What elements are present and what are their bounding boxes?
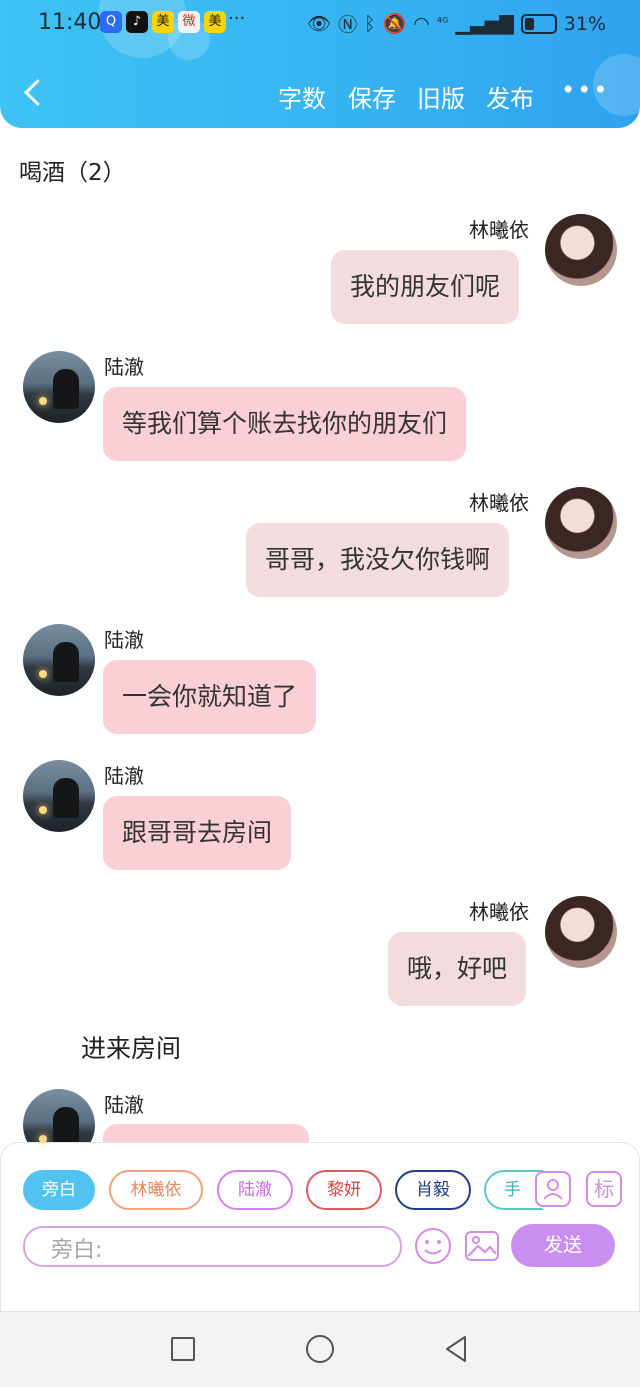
status-time: 11:40 — [38, 10, 102, 35]
save-button[interactable]: 保存 — [348, 79, 396, 114]
old-version-button[interactable]: 旧版 — [417, 79, 465, 114]
message-bubble[interactable]: 哦，好吧 — [388, 932, 527, 1006]
send-button[interactable]: 发送 — [511, 1224, 615, 1267]
signal-bars-icon: ▁▃▅▇ — [455, 12, 514, 35]
speaker-name: 林曦依 — [469, 218, 529, 242]
narration-text[interactable]: 进来房间 — [81, 1029, 181, 1065]
emoji-icon[interactable] — [414, 1227, 452, 1265]
more-options-icon[interactable]: ••• — [561, 76, 609, 104]
nfc-icon: Ⓝ — [338, 14, 358, 36]
avatar[interactable] — [23, 760, 95, 832]
meituan-icon: 美 — [152, 11, 174, 33]
back-nav-icon[interactable] — [443, 1334, 469, 1364]
system-nav-bar — [0, 1312, 640, 1387]
recent-apps-icon[interactable] — [171, 1337, 195, 1361]
status-bar: 11:40 Q ♪ 美 微 美 ··· 👁 Ⓝ ᛒ 🔕 ◠ ⁴ᴳ ▁▃▅▇ 31… — [0, 8, 640, 38]
image-icon[interactable] — [463, 1227, 501, 1265]
message-bubble[interactable]: 等我们算个账去找你的朋友们 — [103, 387, 467, 461]
status-more-icon: ··· — [228, 8, 246, 29]
add-role-icon[interactable] — [535, 1171, 571, 1207]
app-notification-icon: Q — [100, 11, 122, 33]
speaker-name: 陆澈 — [104, 628, 144, 652]
top-header: 11:40 Q ♪ 美 微 美 ··· 👁 Ⓝ ᛒ 🔕 ◠ ⁴ᴳ ▁▃▅▇ 31… — [0, 0, 640, 128]
role-chip-luche[interactable]: 陆澈 — [217, 1170, 293, 1210]
speaker-name: 陆澈 — [104, 355, 144, 379]
mute-icon: 🔕 — [382, 13, 407, 35]
avatar[interactable] — [23, 624, 95, 696]
speaker-name: 陆澈 — [104, 1093, 144, 1117]
eye-icon: 👁 — [306, 13, 332, 35]
message-input[interactable]: 旁白: — [23, 1226, 402, 1267]
signal-icon: ⁴ᴳ — [436, 16, 449, 31]
message-bubble[interactable]: 一会你就知道了 — [103, 660, 317, 734]
speaker-name: 陆澈 — [104, 764, 144, 788]
back-icon[interactable] — [22, 75, 44, 111]
meituan-icon: 美 — [204, 11, 226, 33]
role-chip-liyan[interactable]: 黎妍 — [306, 1170, 382, 1210]
status-app-icons: Q ♪ 美 微 美 — [100, 11, 226, 33]
battery-icon — [520, 13, 557, 34]
bluetooth-icon: ᛒ — [364, 12, 376, 35]
avatar[interactable] — [545, 896, 617, 968]
home-icon[interactable] — [306, 1335, 334, 1363]
input-placeholder: 旁白: — [51, 1238, 103, 1263]
wifi-icon: ◠ — [413, 12, 430, 35]
speaker-name: 林曦依 — [469, 900, 529, 924]
message-bubble[interactable]: 哥哥，我没欠你钱啊 — [246, 523, 510, 597]
tag-icon[interactable]: 标 — [586, 1171, 622, 1207]
status-right: 👁 Ⓝ ᛒ 🔕 ◠ ⁴ᴳ ▁▃▅▇ 31% — [307, 10, 606, 37]
avatar[interactable] — [545, 487, 617, 559]
speaker-name: 林曦依 — [469, 491, 529, 515]
message-bubble[interactable]: 我的朋友们呢 — [331, 250, 520, 324]
compose-panel: 旁白 林曦依 陆澈 黎妍 肖毅 手 标 旁白: 发送 — [0, 1142, 640, 1312]
avatar[interactable] — [545, 214, 617, 286]
publish-button[interactable]: 发布 — [486, 79, 534, 114]
role-chip-xiaoyi[interactable]: 肖毅 — [395, 1170, 471, 1210]
role-chip-linxiyi[interactable]: 林曦依 — [109, 1170, 203, 1210]
chapter-title: 喝酒（2） — [19, 160, 126, 186]
avatar[interactable] — [23, 351, 95, 423]
tiktok-icon: ♪ — [126, 11, 148, 33]
weibo-icon: 微 — [178, 11, 200, 33]
screen: { "status_bar": { "time": "11:40", "app_… — [0, 0, 640, 1387]
battery-percent: 31% — [563, 12, 606, 35]
word-count-button[interactable]: 字数 — [278, 79, 326, 114]
role-chip-narrator[interactable]: 旁白 — [23, 1170, 95, 1210]
message-bubble[interactable]: 跟哥哥去房间 — [103, 796, 292, 870]
person-icon — [543, 1179, 563, 1200]
